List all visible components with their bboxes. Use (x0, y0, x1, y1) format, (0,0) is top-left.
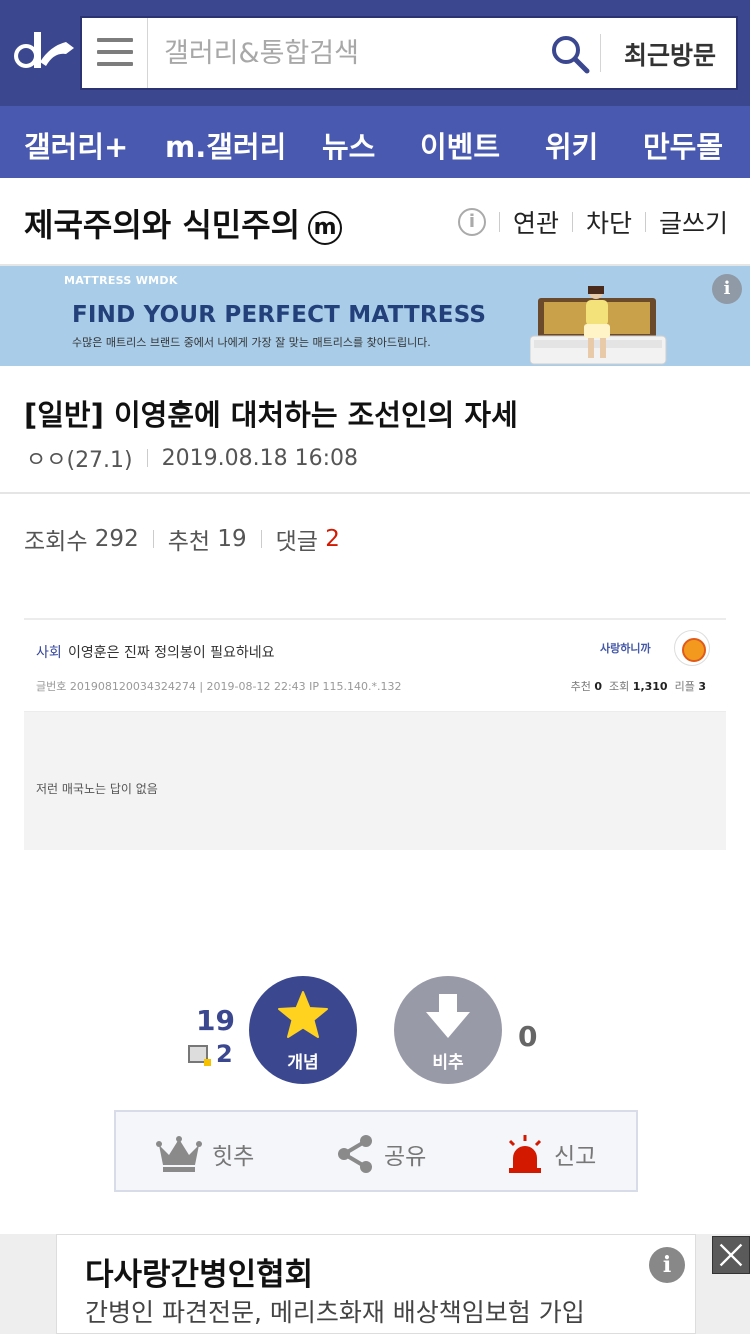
hit-recommend-label: 힛추 (212, 1144, 255, 1170)
arrow-down-icon (426, 994, 470, 1038)
search-box: 최근방문 (80, 16, 738, 90)
divider (260, 530, 262, 548)
report-button[interactable]: 신고 (506, 1134, 596, 1174)
recommend-count: 19 (217, 526, 247, 552)
share-label: 공유 (384, 1144, 427, 1170)
embed-rec: 0 (594, 680, 603, 693)
write-link[interactable]: 글쓰기 (659, 204, 728, 240)
report-label: 신고 (554, 1144, 597, 1170)
star-icon (278, 991, 328, 1038)
post-header: [일반] 이영훈에 대처하는 조선인의 자세 ㅇㅇ(27.1) 2019.08.… (0, 366, 750, 494)
ad-brand: MATTRESS WMDK (64, 274, 178, 287)
divider (146, 449, 148, 467)
downvote-count: 0 (518, 1020, 538, 1053)
ad-headline: FIND YOUR PERFECT MATTRESS (72, 302, 487, 328)
ad-banner[interactable]: MATTRESS WMDK FIND YOUR PERFECT MATTRESS… (0, 266, 750, 366)
bottom-ad[interactable]: 다사랑간병인협회 간병인 파견전문, 메리츠화재 배상책임보험 가입 i (56, 1234, 696, 1334)
search-icon[interactable] (550, 34, 590, 74)
siren-icon (508, 1135, 542, 1173)
post-datetime: 2019.08.18 16:08 (161, 445, 358, 471)
views-label: 조회수 (24, 529, 88, 555)
views-count: 292 (94, 526, 139, 552)
crown-icon (156, 1136, 202, 1172)
ad-subtext: 수많은 매트리스 브랜드 중에서 나에게 가장 잘 맞는 매트리스를 찾아드립니… (72, 336, 431, 349)
embed-meta: 글번호 20190812003432427​4 | 2019-08-12 22:… (36, 680, 402, 693)
downvote-button[interactable]: 비추 (394, 976, 502, 1084)
divider (571, 212, 573, 232)
nav-gallery-plus[interactable]: 갤러리+ (24, 124, 128, 166)
embed-subject: 이영훈은 진짜 정의봉이 필요하네요 (68, 645, 275, 661)
ad-info-icon[interactable]: i (712, 274, 742, 304)
embed-site-logo-icon (674, 630, 710, 666)
search-input[interactable] (164, 30, 544, 76)
embed-rec-label: 추천 (570, 680, 591, 693)
divider (152, 530, 154, 548)
nav-m-gallery[interactable]: m.갤러리 (165, 124, 286, 166)
menu-button[interactable] (82, 18, 148, 88)
dc-logo-icon[interactable] (10, 26, 76, 78)
embed-site-name: 사랑하니까 (600, 642, 651, 655)
fixed-upvote-number: 2 (216, 1040, 233, 1068)
nav-mall[interactable]: 만두몰 (643, 124, 723, 166)
embed-header: 사회 이영훈은 진짜 정의봉이 필요하네요 사랑하니까 글번호 20190812… (24, 620, 726, 712)
top-header: 최근방문 (0, 0, 750, 106)
divider (644, 212, 646, 232)
hit-recommend-button[interactable]: 힛추 (156, 1134, 254, 1174)
share-button[interactable]: 공유 (336, 1134, 426, 1174)
action-bar: 힛추 공유 신고 (114, 1110, 638, 1192)
post-author[interactable]: ㅇㅇ(27.1) (26, 442, 133, 474)
close-icon[interactable] (712, 1236, 750, 1274)
embed-counts: 추천 0 조회 1,310 리플 3 (571, 678, 706, 694)
comments-count[interactable]: 2 (325, 526, 340, 552)
info-icon[interactable]: i (457, 208, 486, 236)
bottom-ad-info-icon[interactable]: i (649, 1247, 685, 1283)
post-meta: ㅇㅇ(27.1) 2019.08.18 16:08 (26, 442, 358, 474)
gallery-actions: i 연관 차단 글쓰기 (457, 204, 728, 240)
downvote-label: 비추 (432, 1053, 464, 1073)
recommend-label: 추천 (167, 529, 211, 555)
embed-view-label: 조회 (609, 680, 630, 693)
block-link[interactable]: 차단 (586, 204, 632, 240)
comments-label[interactable]: 댓글 (276, 522, 318, 556)
upvote-button[interactable]: 개념 (249, 976, 357, 1084)
post-title: [일반] 이영훈에 대처하는 조선인의 자세 (24, 398, 518, 432)
embed-view: 1,310 (632, 680, 668, 693)
share-icon (338, 1135, 372, 1173)
nav-news[interactable]: 뉴스 (322, 124, 375, 166)
embed-reply: 3 (698, 680, 706, 693)
embedded-screenshot: 사회 이영훈은 진짜 정의봉이 필요하네요 사랑하니까 글번호 20190812… (24, 618, 726, 850)
related-link[interactable]: 연관 (513, 204, 559, 240)
search-divider (600, 34, 601, 72)
embed-body-text: 저런 매국노는 답이 없음 (36, 782, 158, 796)
nav-event[interactable]: 이벤트 (420, 124, 500, 166)
embed-reply-label: 리플 (674, 680, 695, 693)
fixed-upvote-count: 2 (188, 1040, 233, 1068)
upvote-label: 개념 (287, 1053, 319, 1073)
recent-visit-button[interactable]: 최근방문 (612, 36, 728, 72)
bottom-ad-subtitle: 간병인 파견전문, 메리츠화재 배상책임보험 가입 (85, 1298, 585, 1327)
embed-category: 사회 (36, 645, 62, 661)
main-nav: 갤러리+ m.갤러리 뉴스 이벤트 위키 만두몰 (0, 106, 750, 178)
gallery-title-text: 제국주의와 식민주의 (24, 206, 301, 244)
mattress-image (530, 286, 667, 365)
fixed-user-icon (188, 1045, 211, 1066)
minor-gallery-badge: m (308, 211, 343, 245)
bottom-ad-title: 다사랑간병인협회 (85, 1257, 314, 1293)
divider (498, 212, 500, 232)
gallery-title[interactable]: 제국주의와 식민주의 m (24, 200, 343, 246)
post-stats: 조회수 292 추천 19 댓글 2 (24, 522, 340, 556)
nav-wiki[interactable]: 위키 (545, 124, 598, 166)
gallery-title-row: 제국주의와 식민주의 m i 연관 차단 글쓰기 (0, 178, 750, 266)
upvote-count: 19 (196, 1004, 235, 1037)
